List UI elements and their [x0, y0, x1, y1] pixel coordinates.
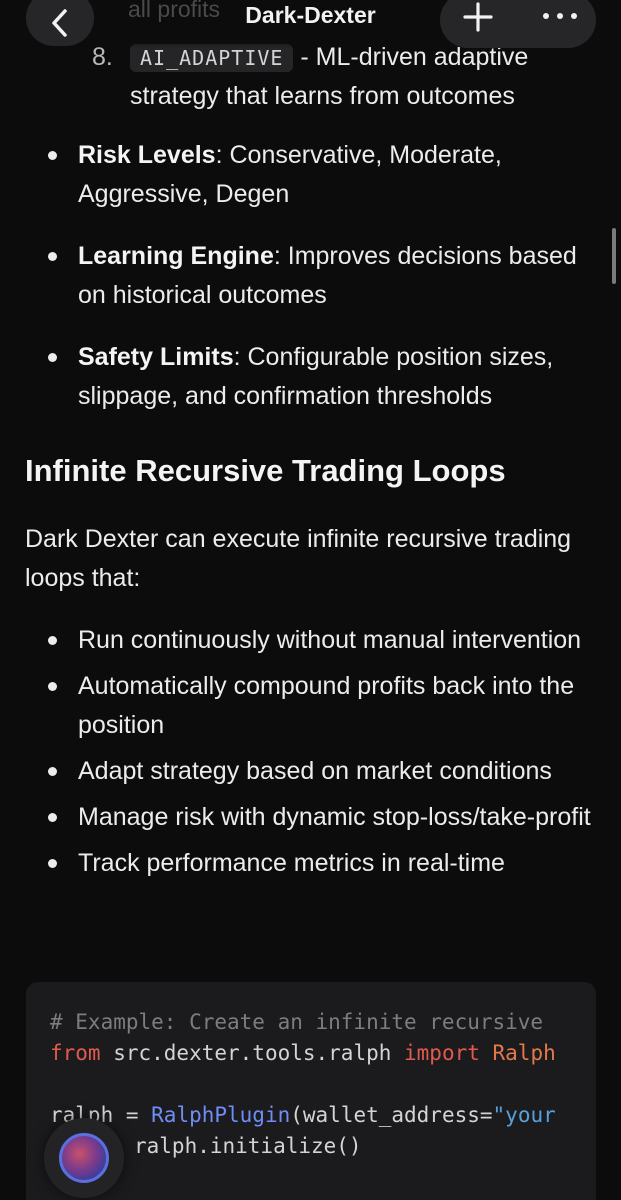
list-item-text: Adapt strategy based on market condition…: [78, 757, 552, 785]
section-intro: Dark Dexter can execute infinite recursi…: [25, 525, 572, 592]
list-item-text: Manage risk with dynamic stop-loss/take-…: [78, 803, 591, 831]
section-heading: Infinite Recursive Trading Loops: [25, 453, 506, 488]
feature-list: Risk Levels: Conservative, Moderate, Agg…: [0, 136, 621, 439]
feature-label: Learning Engine: [78, 242, 274, 270]
scrollbar-thumb[interactable]: [612, 228, 616, 284]
new-chat-button[interactable]: [458, 0, 498, 36]
list-item: Track performance metrics in real-time: [0, 844, 621, 883]
code-keyword: from: [50, 1041, 101, 1065]
list-item: Automatically compound profits back into…: [0, 667, 621, 745]
loop-feature-list: Run continuously without manual interven…: [0, 621, 621, 890]
code-string: "your: [492, 1103, 556, 1127]
list-item: Manage risk with dynamic stop-loss/take-…: [0, 798, 621, 837]
feature-label: Risk Levels: [78, 141, 216, 169]
top-nav-bar: all profits Dark-Dexter: [0, 0, 621, 48]
bullet-icon: [48, 767, 57, 776]
list-item-body: AI_ADAPTIVE - ML-driven adaptive strateg…: [130, 38, 600, 115]
plus-icon: [463, 2, 493, 32]
floating-avatar-button[interactable]: [44, 1118, 124, 1198]
bullet-icon: [48, 813, 57, 822]
bullet-icon: [48, 636, 57, 645]
inline-code: AI_ADAPTIVE: [130, 44, 294, 72]
list-item-text: Run continuously without manual interven…: [78, 626, 582, 654]
more-options-button[interactable]: [538, 0, 582, 36]
bullet-icon: [48, 151, 57, 160]
avatar: [59, 1133, 109, 1183]
code-call-line: ralph.initialize(): [134, 1134, 362, 1158]
code-args: (wallet_address=: [290, 1103, 493, 1127]
bullet-icon: [48, 859, 57, 868]
code-comment: # Example: Create an infinite recursive: [50, 1010, 544, 1034]
code-class: Ralph: [479, 1041, 556, 1065]
list-item: Safety Limits: Configurable position siz…: [0, 338, 621, 416]
code-assign-line: ralph = RalphPlugin(wallet_address="your: [50, 1103, 556, 1127]
code-module: src.dexter.tools.ralph: [100, 1041, 405, 1065]
list-item: Adapt strategy based on market condition…: [0, 752, 621, 791]
list-item-text: Track performance metrics in real-time: [78, 849, 505, 877]
list-item-text: Automatically compound profits back into…: [78, 672, 575, 739]
more-horizontal-icon: [543, 13, 577, 19]
bullet-icon: [48, 682, 57, 691]
bullet-icon: [48, 353, 57, 362]
list-item: Run continuously without manual interven…: [0, 621, 621, 660]
list-item: Learning Engine: Improves decisions base…: [0, 237, 621, 315]
list-item: Risk Levels: Conservative, Moderate, Agg…: [0, 136, 621, 214]
code-keyword: import: [404, 1041, 480, 1065]
code-import-line: from src.dexter.tools.ralph import Ralph: [50, 1041, 556, 1065]
feature-label: Safety Limits: [78, 343, 234, 371]
code-function: RalphPlugin: [151, 1103, 291, 1127]
bullet-icon: [48, 252, 57, 261]
